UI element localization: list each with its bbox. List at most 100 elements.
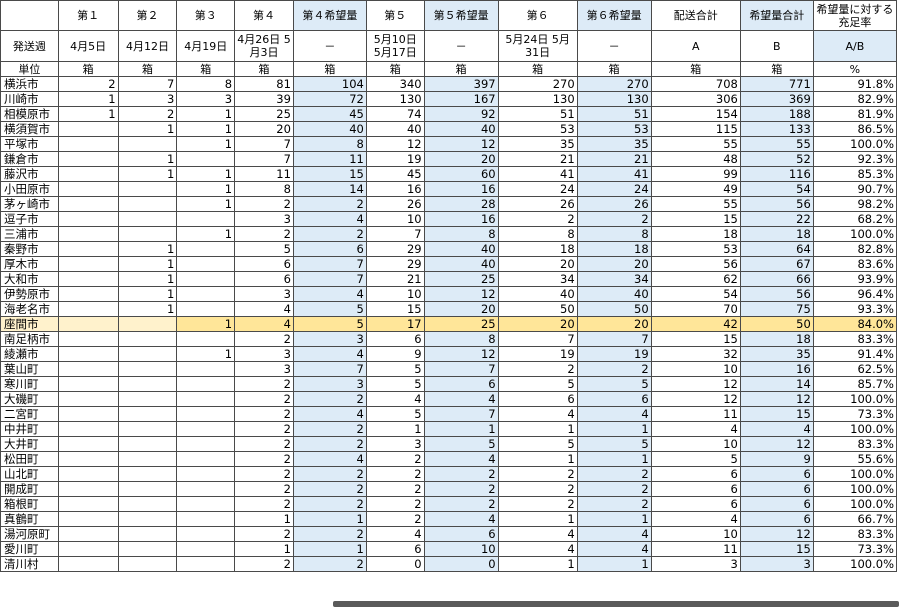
data-cell[interactable]: 116 [739,166,814,182]
data-cell[interactable]: 1 [497,511,578,527]
data-cell[interactable]: 99 [650,166,741,182]
data-cell[interactable]: 3 [234,361,294,377]
data-cell[interactable]: 2 [234,376,294,392]
data-cell[interactable]: 5 [365,361,425,377]
header-cell[interactable]: B [739,30,814,62]
data-cell[interactable] [57,466,119,482]
data-cell[interactable]: 2 [365,466,425,482]
data-cell[interactable]: 3 [234,346,294,362]
data-cell[interactable]: 62.5% [812,361,898,377]
data-cell[interactable]: 91.4% [812,346,898,362]
data-cell[interactable]: 8 [576,226,652,242]
data-cell[interactable]: 1 [117,166,178,182]
data-cell[interactable] [57,256,119,272]
data-cell[interactable]: 2 [234,496,294,512]
municipality-cell[interactable]: 逗子市 [0,211,59,227]
header-cell[interactable]: 箱 [234,61,294,77]
data-cell[interactable]: 2 [497,211,578,227]
data-cell[interactable] [117,376,178,392]
data-cell[interactable]: 12 [423,136,499,152]
data-cell[interactable]: 28 [423,196,499,212]
data-cell[interactable]: 15 [739,406,814,422]
header-cell[interactable]: － [292,30,367,62]
data-cell[interactable] [117,466,178,482]
data-cell[interactable]: 1 [176,316,236,332]
data-cell[interactable]: 42 [650,316,741,332]
data-cell[interactable]: 24 [497,181,578,197]
data-cell[interactable]: 115 [650,121,741,137]
header-cell[interactable]: A/B [812,30,898,62]
municipality-cell[interactable]: 平塚市 [0,136,59,152]
municipality-cell[interactable]: 南足柄市 [0,331,59,347]
municipality-cell[interactable]: 寒川町 [0,376,59,392]
data-cell[interactable]: 10 [423,541,499,557]
data-cell[interactable]: 7 [292,271,367,287]
data-cell[interactable]: 8 [423,226,499,242]
data-cell[interactable]: 100.0% [812,391,898,407]
data-cell[interactable]: 20 [497,256,578,272]
header-cell[interactable]: 第５ [365,0,425,31]
data-cell[interactable]: 12 [650,391,741,407]
data-cell[interactable]: 2 [234,196,294,212]
data-cell[interactable] [57,496,119,512]
data-cell[interactable] [57,226,119,242]
data-cell[interactable] [57,391,119,407]
data-cell[interactable]: 6 [650,466,741,482]
municipality-cell[interactable]: 厚木市 [0,256,59,272]
data-cell[interactable]: 98.2% [812,196,898,212]
data-cell[interactable]: 72 [292,91,367,107]
data-cell[interactable] [57,271,119,287]
data-cell[interactable] [57,316,119,332]
data-cell[interactable]: 8 [234,181,294,197]
data-cell[interactable] [117,526,178,542]
data-cell[interactable]: 52 [739,151,814,167]
data-cell[interactable]: 29 [365,241,425,257]
data-cell[interactable] [57,241,119,257]
data-cell[interactable]: 40 [576,286,652,302]
data-cell[interactable] [117,331,178,347]
data-cell[interactable]: 54 [650,286,741,302]
data-cell[interactable]: 40 [497,286,578,302]
data-cell[interactable]: 10 [650,526,741,542]
data-cell[interactable]: 4 [650,421,741,437]
data-cell[interactable]: 4 [497,526,578,542]
data-cell[interactable] [117,556,178,572]
data-cell[interactable]: 81 [234,76,294,92]
data-cell[interactable]: 92 [423,106,499,122]
data-cell[interactable]: 5 [650,451,741,467]
header-cell[interactable]: 希望量に対する充足率 [812,0,898,31]
data-cell[interactable]: 100.0% [812,421,898,437]
data-cell[interactable]: 2 [497,361,578,377]
header-cell[interactable]: 箱 [497,61,578,77]
data-cell[interactable]: 20 [423,151,499,167]
data-cell[interactable]: 4 [497,541,578,557]
data-cell[interactable] [176,406,236,422]
data-cell[interactable]: 68.2% [812,211,898,227]
municipality-cell[interactable]: 清川村 [0,556,59,572]
header-cell[interactable]: 5月24日 5月31日 [497,30,578,62]
data-cell[interactable]: 66 [739,271,814,287]
data-cell[interactable]: 11 [650,541,741,557]
data-cell[interactable] [176,241,236,257]
data-cell[interactable] [117,481,178,497]
data-cell[interactable]: 19 [365,151,425,167]
data-cell[interactable]: 6 [365,331,425,347]
data-cell[interactable]: 3 [176,91,236,107]
data-cell[interactable]: 21 [497,151,578,167]
data-cell[interactable] [57,406,119,422]
data-cell[interactable] [57,511,119,527]
data-cell[interactable]: 340 [365,76,425,92]
data-cell[interactable]: 1 [576,511,652,527]
data-cell[interactable]: 7 [117,76,178,92]
data-cell[interactable]: 6 [650,496,741,512]
header-cell[interactable]: 第６希望量 [576,0,652,31]
data-cell[interactable]: 25 [423,271,499,287]
data-cell[interactable]: 369 [739,91,814,107]
data-cell[interactable]: 15 [650,331,741,347]
data-cell[interactable]: 7 [365,226,425,242]
data-cell[interactable]: 60 [423,166,499,182]
data-cell[interactable]: 14 [739,376,814,392]
data-cell[interactable] [176,451,236,467]
data-cell[interactable]: 18 [739,331,814,347]
data-cell[interactable]: 1 [117,301,178,317]
